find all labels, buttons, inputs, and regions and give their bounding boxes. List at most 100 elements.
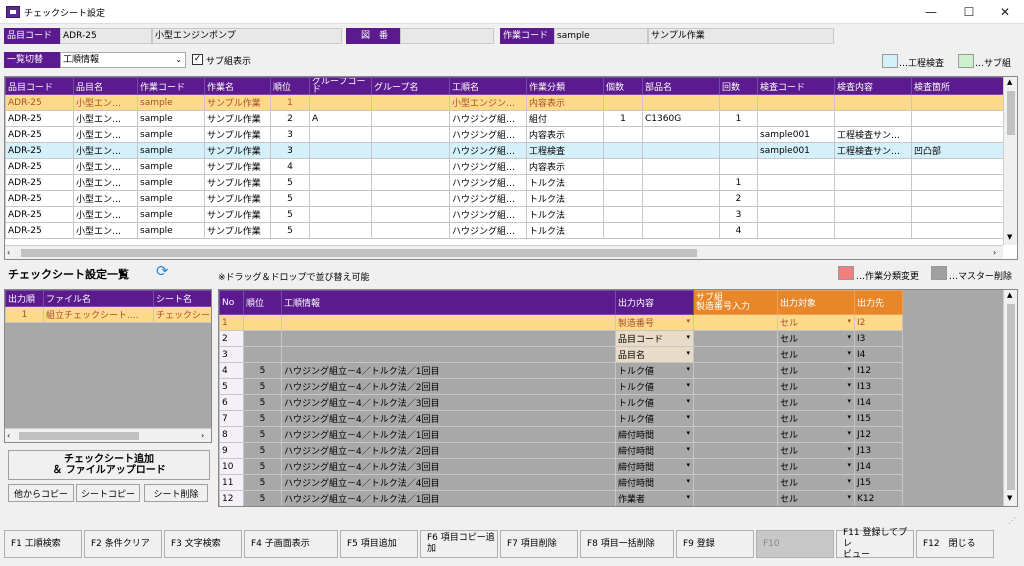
output-target-cell[interactable]: セル ▾ (777, 346, 855, 363)
vscroll-thumb[interactable] (1007, 304, 1015, 490)
close-button[interactable]: ✕ (988, 0, 1022, 24)
table-row[interactable]: 8 5 ハウジング組立－4／トルク法／1回目 締付時間 ▾ セル ▾ J12 (219, 426, 903, 443)
col-output-order[interactable]: 出力順 (5, 290, 44, 307)
table-row[interactable]: 7 5 ハウジング組立－4／トルク法／4回目 トルク値 ▾ セル ▾ I15 (219, 410, 903, 427)
output-target-cell[interactable]: セル ▾ (777, 490, 855, 506)
chevron-down-icon[interactable]: ▾ (686, 445, 690, 453)
minimize-button[interactable]: — (914, 0, 948, 24)
chevron-down-icon[interactable]: ▾ (686, 333, 690, 341)
col-output-dest[interactable]: 出力先 (854, 290, 903, 315)
col-inspection-point[interactable]: 検査箇所 (911, 77, 1006, 95)
col-group-code[interactable]: グループコード (309, 77, 372, 95)
col-work-class[interactable]: 作業分類 (526, 77, 604, 95)
chevron-down-icon[interactable]: ▾ (847, 477, 851, 485)
hscroll-thumb[interactable] (19, 432, 139, 440)
output-target-cell[interactable]: セル ▾ (777, 394, 855, 411)
fkey-7-button[interactable]: F7 項目削除 (500, 530, 578, 558)
chevron-down-icon[interactable]: ▾ (847, 349, 851, 357)
fkey-4-button[interactable]: F4 子画面表示 (244, 530, 338, 558)
output-grid[interactable]: No 順位 工順情報 出力内容 サブ組 製造番号入力 出力対象 出力先 1 製造番… (218, 289, 1018, 507)
refresh-icon[interactable]: ⟳ (156, 262, 169, 280)
chevron-down-icon[interactable]: ▾ (686, 381, 690, 389)
fkey-8-button[interactable]: F8 項目一括削除 (580, 530, 674, 558)
fkey-1-button[interactable]: F1 工順検索 (4, 530, 82, 558)
chevron-down-icon[interactable]: ▾ (847, 413, 851, 421)
chevron-down-icon[interactable]: ▾ (847, 445, 851, 453)
scroll-up-icon[interactable]: ▲ (1007, 291, 1012, 299)
fkey-9-button[interactable]: F9 登録 (676, 530, 754, 558)
table-row[interactable]: ADR-25 小型エン… sample サンプル作業 5 ハウジング組… トルク法 3 (5, 206, 1006, 223)
chevron-down-icon[interactable]: ▾ (847, 493, 851, 501)
table-row[interactable]: 6 5 ハウジング組立－4／トルク法／3回目 トルク値 ▾ セル ▾ I14 (219, 394, 903, 411)
chevron-down-icon[interactable]: ▾ (847, 429, 851, 437)
hscroll-thumb[interactable] (21, 249, 697, 257)
col-sagyo-name[interactable]: 作業名 (204, 77, 271, 95)
scroll-right-icon[interactable]: › (993, 248, 996, 257)
sheet-grid[interactable]: 出力順 ファイル名 シート名 1 組立チェックシート.... チェックシー ‹ … (4, 289, 212, 443)
chevron-down-icon[interactable]: ▾ (847, 397, 851, 405)
sheet-grid-hscroll[interactable]: ‹ › (5, 428, 211, 442)
col-sagyo-code[interactable]: 作業コード (137, 77, 205, 95)
scroll-right-icon[interactable]: › (201, 431, 204, 440)
table-row[interactable]: ADR-25 小型エン… sample サンプル作業 5 ハウジング組… トルク法 2 (5, 190, 1006, 207)
col-hinmoku-code[interactable]: 品目コード (5, 77, 74, 95)
fkey-3-button[interactable]: F3 文字検索 (164, 530, 242, 558)
table-row[interactable]: ADR-25 小型エン… sample サンプル作業 4 ハウジング組… 内容表示 (5, 158, 1006, 175)
output-content-cell[interactable]: トルク値 ▾ (615, 394, 694, 411)
scroll-left-icon[interactable]: ‹ (7, 431, 10, 440)
scroll-left-icon[interactable]: ‹ (7, 248, 10, 257)
chevron-down-icon[interactable]: ▾ (686, 477, 690, 485)
output-content-cell[interactable]: トルク値 ▾ (615, 410, 694, 427)
fkey-11-button[interactable]: F11 登録してプレ ビュー (836, 528, 914, 560)
output-content-cell[interactable]: 締付時間 ▾ (615, 442, 694, 459)
fkey-2-button[interactable]: F2 条件クリア (84, 530, 162, 558)
maximize-button[interactable]: ☐ (952, 0, 986, 24)
output-content-cell[interactable]: 品目コード ▾ (615, 330, 694, 347)
sheet-delete-button[interactable]: シート削除 (144, 484, 208, 502)
col-sheet-name[interactable]: シート名 (153, 290, 211, 307)
output-target-cell[interactable]: セル ▾ (777, 330, 855, 347)
col-output-target[interactable]: 出力対象 (777, 290, 855, 315)
output-grid-vscroll[interactable]: ▲ ▼ (1003, 290, 1017, 506)
chevron-down-icon[interactable]: ▾ (847, 381, 851, 389)
col-qty[interactable]: 個数 (603, 77, 643, 95)
col-inspection-content[interactable]: 検査内容 (834, 77, 912, 95)
table-row[interactable]: ADR-25 小型エン… sample サンプル作業 5 ハウジング組… トルク法 4 (5, 222, 1006, 239)
chevron-down-icon[interactable]: ▾ (847, 461, 851, 469)
vscroll-thumb[interactable] (1007, 91, 1015, 135)
output-content-cell[interactable]: トルク値 ▾ (615, 362, 694, 379)
chevron-down-icon[interactable]: ▾ (686, 349, 690, 357)
output-content-cell[interactable]: 締付時間 ▾ (615, 474, 694, 491)
col-hinmoku-name[interactable]: 品目名 (73, 77, 138, 95)
scroll-down-icon[interactable]: ▼ (1007, 494, 1012, 502)
col-inspection-code[interactable]: 検査コード (757, 77, 835, 95)
output-content-cell[interactable]: 締付時間 ▾ (615, 458, 694, 475)
output-target-cell[interactable]: セル ▾ (777, 426, 855, 443)
col-output-content[interactable]: 出力内容 (615, 290, 694, 315)
table-row[interactable]: 2 品目コード ▾ セル ▾ I3 (219, 330, 903, 347)
chevron-down-icon[interactable]: ▾ (686, 461, 690, 469)
sagyo-code-field[interactable]: sample (554, 28, 648, 44)
table-row[interactable]: 9 5 ハウジング組立－4／トルク法／2回目 締付時間 ▾ セル ▾ J13 (219, 442, 903, 459)
fkey-10-button[interactable]: F10 (756, 530, 834, 558)
output-content-cell[interactable]: 製造番号 ▾ (615, 314, 694, 331)
table-row[interactable]: 11 5 ハウジング組立－4／トルク法／4回目 締付時間 ▾ セル ▾ J15 (219, 474, 903, 491)
col-order[interactable]: 順位 (270, 77, 310, 95)
output-target-cell[interactable]: セル ▾ (777, 442, 855, 459)
output-target-cell[interactable]: セル ▾ (777, 458, 855, 475)
chevron-down-icon[interactable]: ▾ (847, 333, 851, 341)
fkey-12-button[interactable]: F12 閉じる (916, 530, 994, 558)
table-row[interactable]: ADR-25 小型エン… sample サンプル作業 2 A ハウジング組… 組付 1 C1360… (5, 110, 1006, 127)
table-row[interactable]: 1 組立チェックシート.... チェックシー (5, 306, 211, 323)
resize-grip-icon[interactable]: ⋰ (1008, 516, 1016, 525)
output-content-cell[interactable]: トルク値 ▾ (615, 378, 694, 395)
scroll-up-icon[interactable]: ▲ (1007, 78, 1012, 86)
output-content-cell[interactable]: 締付時間 ▾ (615, 426, 694, 443)
chevron-down-icon[interactable]: ▾ (686, 429, 690, 437)
fkey-5-button[interactable]: F5 項目追加 (340, 530, 418, 558)
process-grid-hscroll[interactable]: ‹ › (5, 245, 1003, 259)
add-sheet-button[interactable]: チェックシート追加 ＆ ファイルアップロード (8, 450, 210, 480)
chevron-down-icon[interactable]: ▾ (686, 317, 690, 325)
fkey-6-button[interactable]: F6 項目コピー追 加 (420, 530, 498, 558)
list-switch-select[interactable]: 工順情報 ⌄ (60, 52, 186, 68)
